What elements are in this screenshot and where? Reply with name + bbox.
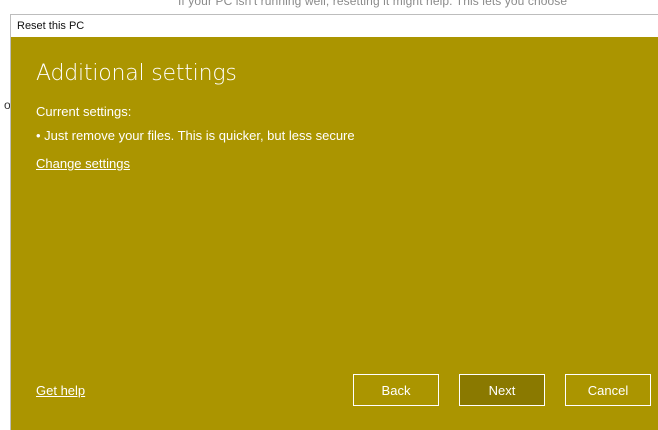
get-help-link[interactable]: Get help: [36, 383, 85, 398]
dialog-body: Additional settings Current settings: • …: [11, 37, 658, 430]
change-settings-link[interactable]: Change settings: [36, 156, 130, 171]
current-setting-item: • Just remove your files. This is quicke…: [36, 128, 355, 143]
dialog-titlebar[interactable]: Reset this PC: [11, 15, 658, 37]
back-button[interactable]: Back: [353, 374, 439, 406]
reset-pc-dialog: Reset this PC Additional settings Curren…: [10, 14, 658, 430]
next-button[interactable]: Next: [459, 374, 545, 406]
background-window-text: If your PC isn't running well, resetting…: [178, 0, 568, 8]
cancel-button[interactable]: Cancel: [565, 374, 651, 406]
current-settings-label: Current settings:: [36, 104, 132, 119]
dialog-title: Reset this PC: [17, 20, 85, 32]
page-heading: Additional settings: [36, 61, 237, 86]
